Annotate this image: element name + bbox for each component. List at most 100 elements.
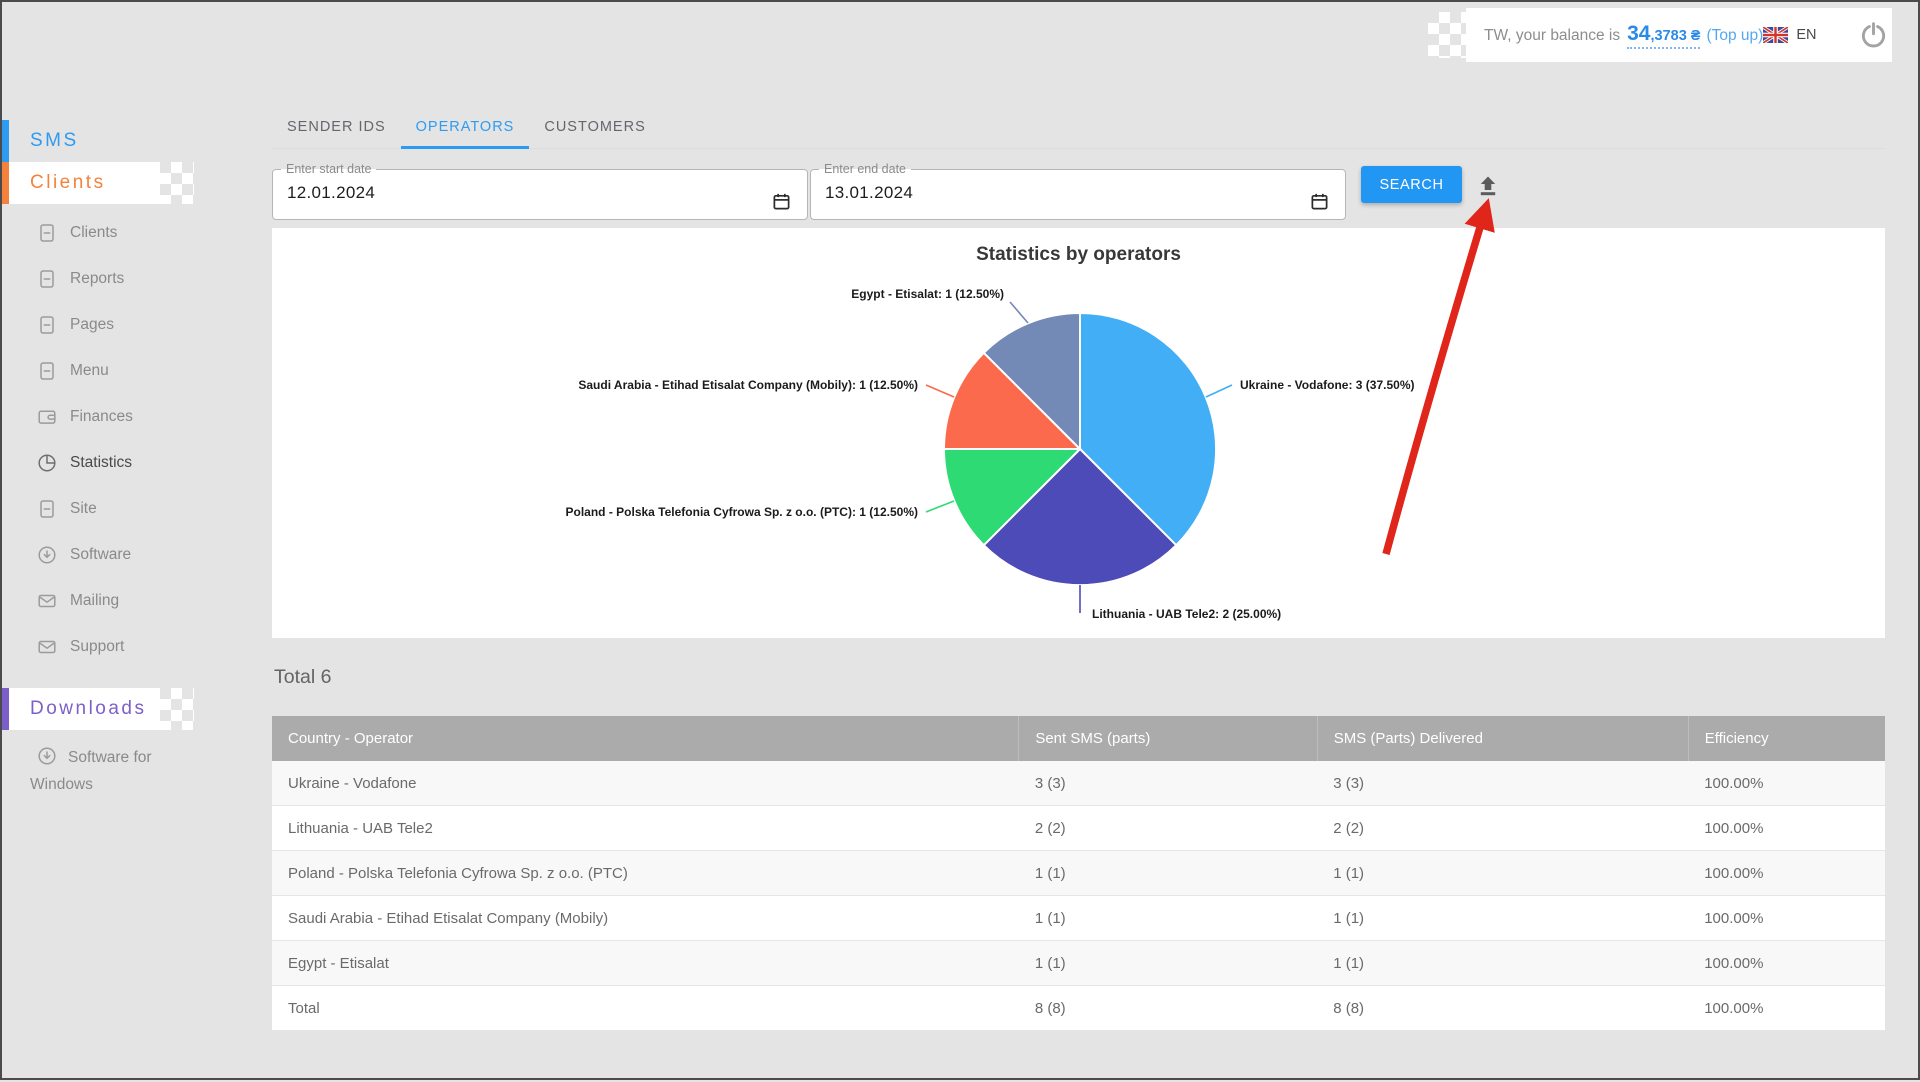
sidebar-item-clients[interactable]: Clients [2, 210, 272, 256]
topup-link[interactable]: (Top up) [1706, 27, 1763, 45]
sidebar-item-label: Mailing [70, 592, 119, 610]
table-cell: 1 (1) [1019, 941, 1317, 986]
table-row: Total8 (8)8 (8)100.00% [272, 986, 1885, 1031]
table-cell: 100.00% [1688, 806, 1885, 851]
chart-panel: Statistics by operators Ukraine - Vodafo… [272, 228, 1885, 638]
table-cell: Lithuania - UAB Tele2 [272, 806, 1019, 851]
calendar-icon[interactable] [772, 192, 791, 211]
tab-customers[interactable]: CUSTOMERS [529, 105, 660, 148]
total-count-label: Total 6 [274, 666, 331, 689]
balance-group: TW, your balance is 34,3783 ₴ (Top up) [1484, 22, 1763, 49]
tab-sender-ids[interactable]: SENDER IDS [272, 105, 401, 148]
pixel-decoration [1428, 12, 1466, 58]
pie-label: Egypt - Etisalat: 1 (12.50%) [851, 287, 1004, 301]
accent-bar [2, 162, 9, 204]
power-icon [1859, 21, 1888, 50]
balance-fraction: ,3783 ₴ [1650, 28, 1700, 44]
table-cell: 1 (1) [1317, 851, 1688, 896]
pie-chart-icon [36, 452, 58, 474]
envelope-icon [36, 636, 58, 658]
table-cell: Total [272, 986, 1019, 1031]
chart-title: Statistics by operators [272, 244, 1885, 266]
logout-power-button[interactable] [1859, 21, 1888, 50]
table-cell: 1 (1) [1019, 851, 1317, 896]
sidebar-section-label: SMS [30, 130, 79, 152]
start-date-field[interactable]: Enter start date 12.01.2024 [272, 162, 808, 220]
table-cell: 2 (2) [1317, 806, 1688, 851]
tab-bar: SENDER IDSOPERATORSCUSTOMERS [272, 105, 1885, 149]
end-date-label: Enter end date [819, 162, 911, 176]
sidebar-item-finances[interactable]: Finances [2, 394, 272, 440]
balance-prefix: TW, your balance is [1484, 27, 1620, 45]
table-cell: 1 (1) [1019, 896, 1317, 941]
pixel-decoration [160, 162, 194, 204]
table-cell: 8 (8) [1019, 986, 1317, 1031]
table-cell: 1 (1) [1317, 896, 1688, 941]
end-date-value[interactable]: 13.01.2024 [811, 176, 1345, 203]
document-icon [36, 314, 58, 336]
pie-label-line [926, 501, 954, 512]
sidebar-section-label: Clients [30, 172, 106, 194]
pixel-decoration [160, 688, 194, 730]
sidebar-item-label: Support [70, 638, 124, 656]
topbar-panel: TW, your balance is 34,3783 ₴ (Top up) E… [1466, 8, 1892, 62]
sidebar-item-label: Reports [70, 270, 124, 288]
sidebar-item-label: Pages [70, 316, 114, 334]
document-icon [36, 222, 58, 244]
language-selector[interactable]: EN [1763, 27, 1816, 43]
wallet-icon [36, 406, 58, 428]
document-icon [36, 498, 58, 520]
table-cell: Saudi Arabia - Etihad Etisalat Company (… [272, 896, 1019, 941]
pie-label-line [926, 385, 954, 397]
sidebar-item-statistics[interactable]: Statistics [2, 440, 272, 486]
sidebar-item-label: Statistics [70, 454, 132, 472]
sidebar-section-downloads[interactable]: Downloads [2, 688, 160, 730]
download-circle-icon [36, 544, 58, 566]
table-cell: 100.00% [1688, 851, 1885, 896]
table-cell: 2 (2) [1019, 806, 1317, 851]
table-cell: 3 (3) [1019, 761, 1317, 806]
sidebar-item-support[interactable]: Support [2, 624, 272, 670]
document-icon [36, 360, 58, 382]
table-cell: 8 (8) [1317, 986, 1688, 1031]
column-header: Sent SMS (parts) [1019, 716, 1317, 761]
download-circle-icon [36, 745, 58, 767]
tab-operators[interactable]: OPERATORS [401, 105, 530, 148]
start-date-value[interactable]: 12.01.2024 [273, 176, 807, 203]
calendar-icon[interactable] [1310, 192, 1329, 211]
sidebar-item-menu[interactable]: Menu [2, 348, 272, 394]
sidebar-section-sms[interactable]: SMS [2, 120, 162, 162]
sidebar-item-mailing[interactable]: Mailing [2, 578, 272, 624]
table-cell: Egypt - Etisalat [272, 941, 1019, 986]
sidebar-item-pages[interactable]: Pages [2, 302, 272, 348]
sidebar-item-label: Clients [70, 224, 117, 242]
table-header-row: Country - OperatorSent SMS (parts)SMS (P… [272, 716, 1885, 761]
balance-amount[interactable]: 34,3783 ₴ [1627, 22, 1700, 49]
operators-table: Country - OperatorSent SMS (parts)SMS (P… [272, 716, 1885, 1031]
sidebar-item-reports[interactable]: Reports [2, 256, 272, 302]
column-header: Country - Operator [272, 716, 1019, 761]
search-button[interactable]: SEARCH [1361, 166, 1462, 203]
sidebar-section-clients[interactable]: Clients [2, 162, 160, 204]
sidebar-item-software-for-windows[interactable]: Software for Windows [30, 744, 198, 798]
table-cell: Ukraine - Vodafone [272, 761, 1019, 806]
accent-bar [2, 120, 9, 162]
pie-label-line [1010, 302, 1028, 323]
export-button[interactable] [1472, 170, 1504, 202]
table-body: Ukraine - Vodafone3 (3)3 (3)100.00%Lithu… [272, 761, 1885, 1031]
document-icon [36, 268, 58, 290]
app-window: { "topbar": { "balance_prefix": "TW, you… [0, 0, 1920, 1080]
envelope-icon [36, 590, 58, 612]
table-cell: 100.00% [1688, 986, 1885, 1031]
table-row: Poland - Polska Telefonia Cyfrowa Sp. z … [272, 851, 1885, 896]
sidebar-item-site[interactable]: Site [2, 486, 272, 532]
table-row: Ukraine - Vodafone3 (3)3 (3)100.00% [272, 761, 1885, 806]
sidebar-item-software[interactable]: Software [2, 532, 272, 578]
end-date-field[interactable]: Enter end date 13.01.2024 [810, 162, 1346, 220]
pie-svg: Ukraine - Vodafone: 3 (37.50%)Lithuania … [272, 228, 1885, 638]
table-cell: 100.00% [1688, 941, 1885, 986]
column-header: Efficiency [1688, 716, 1885, 761]
upload-icon [1477, 175, 1499, 197]
pie-label: Poland - Polska Telefonia Cyfrowa Sp. z … [565, 505, 918, 519]
sidebar-item-label: Software [70, 546, 131, 564]
